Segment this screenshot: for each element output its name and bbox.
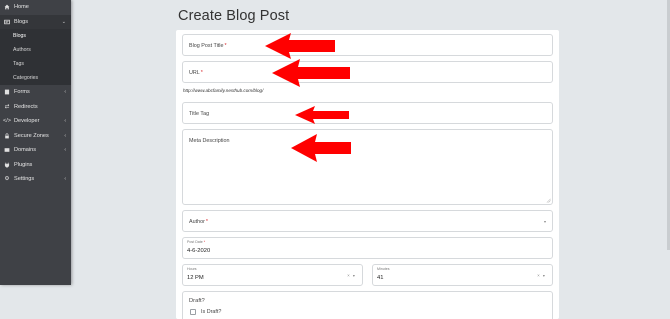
code-icon: </> [3,118,11,125]
caret-down-icon: ▾ [543,219,546,224]
sidebar-item-label: Forms [14,89,30,96]
field-label: Post Date* [187,240,206,244]
sidebar-item-domains[interactable]: Domains ‹ [0,143,71,158]
field-label: Minutes [377,267,390,271]
field-label: URL* [189,70,203,76]
blogs-submenu: Blogs Authors Tags Categories [0,29,71,85]
chevron-left-icon: ‹ [64,89,66,95]
sidebar-item-plugins[interactable]: Plugins [0,158,71,173]
plug-icon [4,162,10,168]
post-date-field[interactable]: Post Date* 4-6-2020 [182,237,553,259]
sidebar-item-label: Plugins [14,161,33,168]
post-date-value: 4-6-2020 [187,248,211,254]
blog-post-form: Blog Post Title* URL* http://www.abcfami… [176,30,559,319]
forms-icon [4,89,10,95]
clear-and-caret-icon[interactable]: × ▾ [537,273,546,278]
sidebar-item-label: Secure Zones [14,132,49,139]
hours-value: 12 PM [187,275,204,281]
field-label: Author* [189,219,208,225]
sidebar-item-forms[interactable]: Forms ‹ [0,85,71,100]
domain-icon [4,147,10,153]
chevron-left-icon: ‹ [64,147,66,153]
url-field[interactable]: URL* [182,61,553,83]
field-label: Title Tag [189,111,210,117]
sidebar-item-label: Blogs [14,18,28,25]
minutes-select[interactable]: Minutes 41 × ▾ [372,264,553,286]
is-draft-checkbox[interactable] [190,309,196,315]
sidebar-item-settings[interactable]: ⚙ Settings ‹ [0,172,71,187]
meta-description-textarea[interactable]: Meta Description [182,129,553,205]
chevron-left-icon: ‹ [64,118,66,124]
annotation-arrow-icon [291,134,351,162]
sidebar-item-label: Domains [14,147,37,154]
draft-heading: Draft? [189,298,205,304]
field-label: Hours [187,267,197,271]
submenu-item-blogs[interactable]: Blogs [0,29,71,43]
field-label: Meta Description [189,138,230,144]
sidebar-item-redirects[interactable]: ⇄ Redirects [0,100,71,115]
annotation-arrow-icon [272,59,350,87]
sidebar-item-secure-zones[interactable]: Secure Zones ‹ [0,129,71,144]
title-tag-field[interactable]: Title Tag [182,102,553,124]
sidebar: Home Blogs ⌄ Blogs Authors Tags Categori… [0,0,71,285]
field-label: Blog Post Title* [189,43,227,49]
submenu-item-tags[interactable]: Tags [0,57,71,71]
sidebar-item-label: Developer [14,118,40,125]
sidebar-item-blogs[interactable]: Blogs ⌄ [0,14,71,29]
page-title: Create Blog Post [178,8,290,24]
annotation-arrow-icon [295,106,349,124]
sidebar-item-label: Settings [14,176,35,183]
chevron-down-icon: ⌄ [61,18,66,25]
lock-icon [4,133,10,139]
hours-select[interactable]: Hours 12 PM × ▾ [182,264,363,286]
resize-handle-icon[interactable] [546,198,551,203]
sidebar-item-label: Home [14,4,29,11]
chevron-left-icon: ‹ [64,132,66,139]
submenu-item-authors[interactable]: Authors [0,43,71,57]
url-hint: http://www.abcfamily.nesthub.com/blog/ [183,88,264,93]
author-select[interactable]: Author* ▾ [182,210,553,232]
sidebar-item-developer[interactable]: </> Developer ‹ [0,114,71,129]
is-draft-label[interactable]: Is Draft? [201,309,221,315]
home-icon [4,4,10,10]
minutes-value: 41 [377,275,384,281]
draft-group: Draft? Is Draft? [182,291,553,319]
blog-icon [4,19,10,25]
gear-icon: ⚙ [4,176,10,183]
chevron-left-icon: ‹ [64,176,66,182]
blog-post-title-field[interactable]: Blog Post Title* [182,34,553,56]
sidebar-item-label: Redirects [14,103,38,110]
redirect-icon: ⇄ [4,103,10,110]
submenu-item-categories[interactable]: Categories [0,71,71,85]
annotation-arrow-icon [265,33,335,59]
sidebar-item-home[interactable]: Home [0,0,71,15]
clear-and-caret-icon[interactable]: × ▾ [347,273,356,278]
